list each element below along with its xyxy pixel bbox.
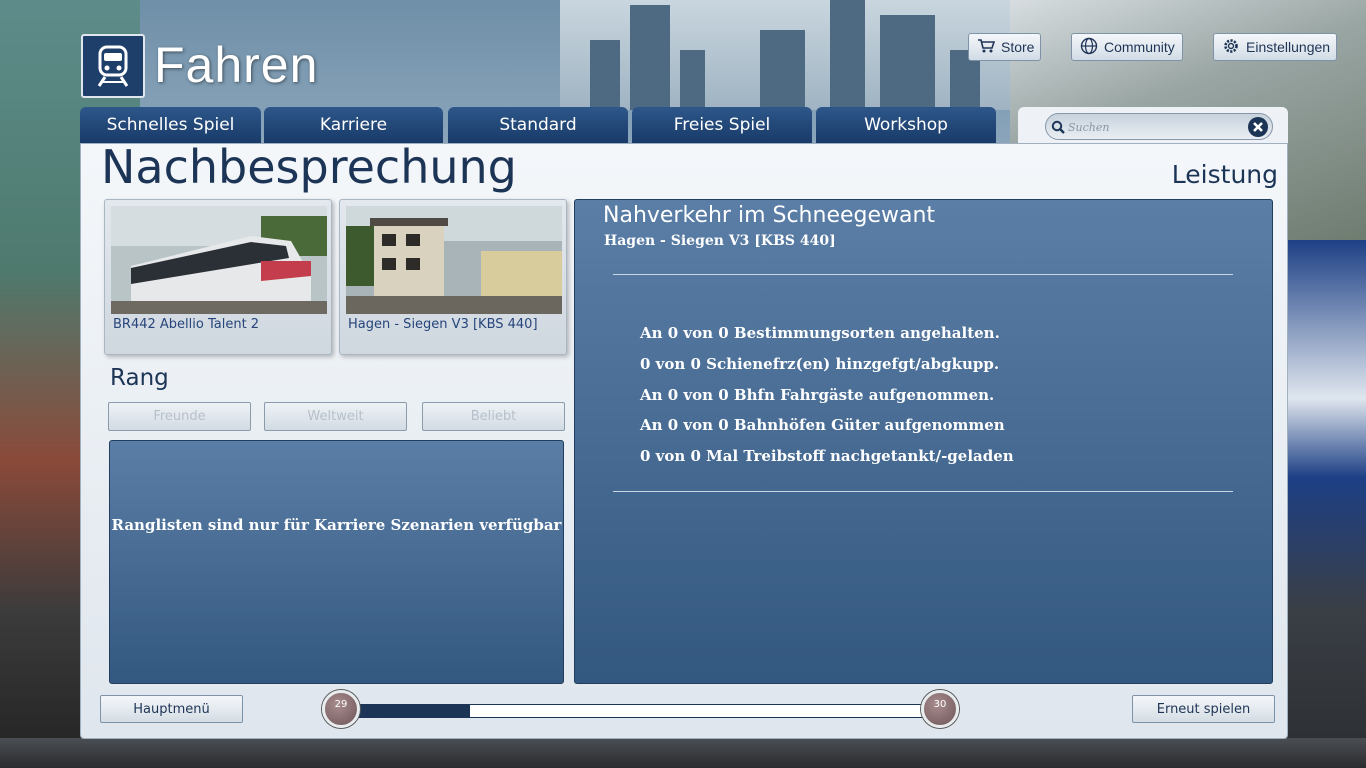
stat-line: An 0 von 0 Bestimmungsorten angehalten. <box>640 324 1000 342</box>
tab-career[interactable]: Karriere <box>264 107 443 143</box>
background-train-right <box>1286 240 1366 768</box>
leaderboard-message: Ranglisten sind nur für Karriere Szenari… <box>111 516 562 534</box>
search-box <box>1045 113 1273 140</box>
stat-line: 0 von 0 Mal Treibstoff nachgetankt/-gela… <box>640 447 1014 465</box>
search-input[interactable] <box>1068 117 1238 137</box>
rank-popular-button[interactable]: Beliebt <box>422 402 565 431</box>
scenario-title: Nahverkehr im Schneegewant <box>603 203 936 228</box>
rank-title: Rang <box>110 365 169 391</box>
route-label: Hagen - Siegen V3 [KBS 440] <box>348 317 538 332</box>
train-logo-icon <box>81 34 145 98</box>
xp-progress-fill <box>356 705 470 717</box>
replay-button[interactable]: Erneut spielen <box>1132 695 1275 723</box>
community-button[interactable]: Community <box>1071 33 1183 61</box>
cart-icon <box>977 38 996 57</box>
stat-line: 0 von 0 Schienefrz(en) hinzgefgt/abgkupp… <box>640 355 1000 373</box>
clear-search-icon[interactable] <box>1247 116 1269 142</box>
store-button[interactable]: Store <box>968 33 1041 61</box>
xp-progress-bar <box>355 704 925 718</box>
route-thumbnail <box>346 206 562 314</box>
tab-standard[interactable]: Standard <box>448 107 628 143</box>
locomotive-label: BR442 Abellio Talent 2 <box>113 317 260 332</box>
results-divider-bottom <box>613 491 1233 492</box>
search-icon <box>1051 119 1065 138</box>
locomotive-thumbnail <box>111 206 327 314</box>
performance-title: Leistung <box>1171 160 1278 189</box>
stat-line: An 0 von 0 Bhfn Fahrgäste aufgenommen. <box>640 386 995 404</box>
results-panel <box>574 199 1273 684</box>
rank-worldwide-button[interactable]: Weltweit <box>264 402 407 431</box>
main-menu-button[interactable]: Hauptmenü <box>100 695 243 723</box>
route-card[interactable]: Hagen - Siegen V3 [KBS 440] <box>339 199 567 355</box>
rank-friends-button[interactable]: Freunde <box>108 402 251 431</box>
background-track <box>0 738 1366 768</box>
page-title: Nachbesprechung <box>101 140 517 194</box>
settings-button[interactable]: Einstellungen <box>1213 33 1337 61</box>
scenario-route: Hagen - Siegen V3 [KBS 440] <box>604 233 836 249</box>
settings-label: Einstellungen <box>1246 39 1331 55</box>
app-title: Fahren <box>154 37 319 93</box>
community-label: Community <box>1104 39 1175 55</box>
tab-workshop[interactable]: Workshop <box>816 107 996 143</box>
stat-line: An 0 von 0 Bahnhöfen Güter aufgenommen <box>640 416 1005 434</box>
leaderboard-panel <box>109 440 564 684</box>
background-city-skyline <box>560 0 1030 110</box>
gear-icon <box>1222 37 1240 58</box>
tab-quick-play[interactable]: Schnelles Spiel <box>80 107 261 143</box>
results-divider-top <box>613 274 1233 275</box>
globe-icon <box>1080 37 1098 58</box>
locomotive-card[interactable]: BR442 Abellio Talent 2 <box>104 199 332 355</box>
store-label: Store <box>1001 39 1035 55</box>
current-level-badge: 29 <box>322 690 360 728</box>
tab-free-play[interactable]: Freies Spiel <box>632 107 812 143</box>
next-level-badge: 30 <box>921 690 959 728</box>
